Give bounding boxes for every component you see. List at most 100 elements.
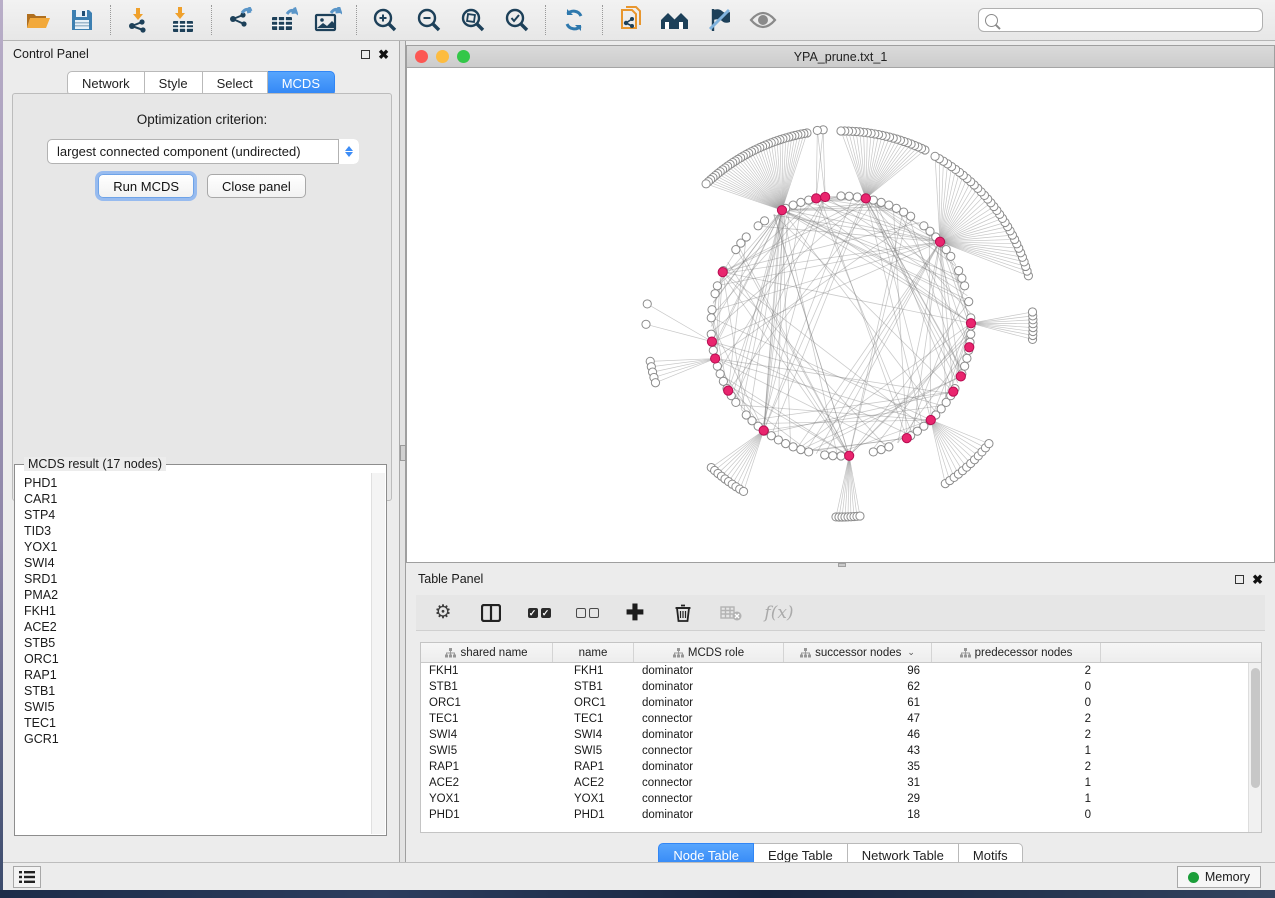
import-table-icon[interactable] bbox=[168, 5, 198, 35]
mcds-result-item[interactable]: SRD1 bbox=[24, 571, 371, 587]
table-cell[interactable]: STB1 bbox=[421, 679, 553, 695]
mcds-result-item[interactable]: STB1 bbox=[24, 683, 371, 699]
table-cell[interactable]: 2 bbox=[932, 727, 1101, 743]
zoom-traffic-light[interactable] bbox=[457, 50, 470, 63]
table-cell[interactable]: connector bbox=[634, 711, 784, 727]
minimize-traffic-light[interactable] bbox=[436, 50, 449, 63]
table-scrollbar[interactable] bbox=[1248, 663, 1261, 832]
table-row[interactable]: FKH1FKH1dominator962 bbox=[421, 663, 1261, 679]
table-cell[interactable]: 2 bbox=[932, 663, 1101, 679]
close-traffic-light[interactable] bbox=[415, 50, 428, 63]
split-columns-icon[interactable] bbox=[478, 600, 504, 626]
table-cell[interactable]: TEC1 bbox=[553, 711, 634, 727]
table-cell[interactable]: RAP1 bbox=[553, 759, 634, 775]
table-cell[interactable]: SWI5 bbox=[421, 743, 553, 759]
memory-button[interactable]: Memory bbox=[1177, 866, 1261, 888]
network-window-titlebar[interactable]: YPA_prune.txt_1 bbox=[407, 46, 1274, 68]
table-cell[interactable]: SWI5 bbox=[553, 743, 634, 759]
mcds-result-list[interactable]: PHD1CAR1STP4TID3YOX1SWI4SRD1PMA2FKH1ACE2… bbox=[16, 473, 371, 834]
control-panel-close-icon[interactable]: ✖ bbox=[378, 50, 389, 59]
delete-column-icon[interactable] bbox=[670, 600, 696, 626]
mcds-result-item[interactable]: ACE2 bbox=[24, 619, 371, 635]
mcds-result-item[interactable]: SWI5 bbox=[24, 699, 371, 715]
column-header-predecessor-nodes[interactable]: predecessor nodes bbox=[932, 643, 1101, 662]
table-cell[interactable]: 61 bbox=[784, 695, 932, 711]
column-header-name[interactable]: name bbox=[553, 643, 634, 662]
table-cell[interactable]: 1 bbox=[932, 791, 1101, 807]
table-cell[interactable]: dominator bbox=[634, 695, 784, 711]
table-cell[interactable]: 62 bbox=[784, 679, 932, 695]
table-row[interactable]: SWI4SWI4dominator462 bbox=[421, 727, 1261, 743]
table-cell[interactable]: PHD1 bbox=[553, 807, 634, 823]
mcds-result-item[interactable]: RAP1 bbox=[24, 667, 371, 683]
table-cell[interactable]: dominator bbox=[634, 663, 784, 679]
column-header-shared-name[interactable]: shared name bbox=[421, 643, 553, 662]
table-cell[interactable]: SWI4 bbox=[553, 727, 634, 743]
mcds-result-item[interactable]: PMA2 bbox=[24, 587, 371, 603]
table-row[interactable]: PHD1PHD1dominator180 bbox=[421, 807, 1261, 823]
mcds-result-item[interactable]: SWI4 bbox=[24, 555, 371, 571]
show-eye-icon[interactable] bbox=[748, 5, 778, 35]
table-row[interactable]: STB1STB1dominator620 bbox=[421, 679, 1261, 695]
table-scrollbar-thumb[interactable] bbox=[1251, 668, 1260, 788]
table-cell[interactable]: YOX1 bbox=[553, 791, 634, 807]
mcds-result-item[interactable]: STP4 bbox=[24, 507, 371, 523]
table-cell[interactable]: ACE2 bbox=[553, 775, 634, 791]
table-cell[interactable]: TEC1 bbox=[421, 711, 553, 727]
close-panel-button[interactable]: Close panel bbox=[207, 174, 306, 198]
zoom-out-icon[interactable] bbox=[414, 5, 444, 35]
zoom-selected-icon[interactable] bbox=[502, 5, 532, 35]
table-cell[interactable]: dominator bbox=[634, 807, 784, 823]
table-settings-icon[interactable]: ⚙ bbox=[430, 600, 456, 626]
open-file-icon[interactable] bbox=[23, 5, 53, 35]
export-table-icon[interactable] bbox=[269, 5, 299, 35]
table-cell[interactable]: 43 bbox=[784, 743, 932, 759]
table-row[interactable]: ACE2ACE2connector311 bbox=[421, 775, 1261, 791]
column-header-MCDS-role[interactable]: MCDS role bbox=[634, 643, 784, 662]
table-cell[interactable]: 0 bbox=[932, 807, 1101, 823]
refresh-layout-icon[interactable] bbox=[559, 5, 589, 35]
clone-network-icon[interactable] bbox=[616, 5, 646, 35]
table-cell[interactable]: 2 bbox=[932, 759, 1101, 775]
table-cell[interactable]: connector bbox=[634, 791, 784, 807]
mcds-list-scrollbar[interactable] bbox=[371, 473, 385, 834]
search-field[interactable] bbox=[978, 8, 1263, 32]
mcds-result-item[interactable]: FKH1 bbox=[24, 603, 371, 619]
table-panel-float-icon[interactable] bbox=[1235, 575, 1244, 584]
select-all-checkboxes-icon[interactable]: ✓✓ bbox=[526, 600, 552, 626]
add-column-icon[interactable]: ✚ bbox=[622, 600, 648, 626]
table-cell[interactable]: connector bbox=[634, 743, 784, 759]
table-cell[interactable]: ORC1 bbox=[553, 695, 634, 711]
table-cell[interactable]: connector bbox=[634, 775, 784, 791]
search-input[interactable] bbox=[1003, 13, 1262, 27]
table-panel-close-icon[interactable]: ✖ bbox=[1252, 575, 1263, 584]
import-network-icon[interactable] bbox=[124, 5, 154, 35]
export-network-icon[interactable] bbox=[225, 5, 255, 35]
table-cell[interactable]: ORC1 bbox=[421, 695, 553, 711]
mcds-result-item[interactable]: YOX1 bbox=[24, 539, 371, 555]
table-cell[interactable]: 47 bbox=[784, 711, 932, 727]
mcds-result-item[interactable]: TEC1 bbox=[24, 715, 371, 731]
horizontal-splitter-handle[interactable] bbox=[838, 563, 846, 567]
mcds-result-item[interactable]: ORC1 bbox=[24, 651, 371, 667]
table-row[interactable]: TEC1TEC1connector472 bbox=[421, 711, 1261, 727]
table-cell[interactable]: 1 bbox=[932, 775, 1101, 791]
network-canvas[interactable] bbox=[407, 68, 1274, 562]
column-header-successor-nodes[interactable]: successor nodes⌄ bbox=[784, 643, 932, 662]
zoom-in-icon[interactable] bbox=[370, 5, 400, 35]
save-session-icon[interactable] bbox=[67, 5, 97, 35]
table-cell[interactable]: 31 bbox=[784, 775, 932, 791]
mcds-result-item[interactable]: GCR1 bbox=[24, 731, 371, 747]
table-cell[interactable]: PHD1 bbox=[421, 807, 553, 823]
hide-flag-icon[interactable] bbox=[704, 5, 734, 35]
table-cell[interactable]: 0 bbox=[932, 679, 1101, 695]
table-cell[interactable]: FKH1 bbox=[553, 663, 634, 679]
table-cell[interactable]: 96 bbox=[784, 663, 932, 679]
control-panel-float-icon[interactable] bbox=[361, 50, 370, 59]
table-cell[interactable]: 46 bbox=[784, 727, 932, 743]
mcds-result-item[interactable]: PHD1 bbox=[24, 475, 371, 491]
table-cell[interactable]: dominator bbox=[634, 759, 784, 775]
network-overview-icon[interactable] bbox=[660, 5, 690, 35]
export-image-icon[interactable] bbox=[313, 5, 343, 35]
table-cell[interactable]: RAP1 bbox=[421, 759, 553, 775]
